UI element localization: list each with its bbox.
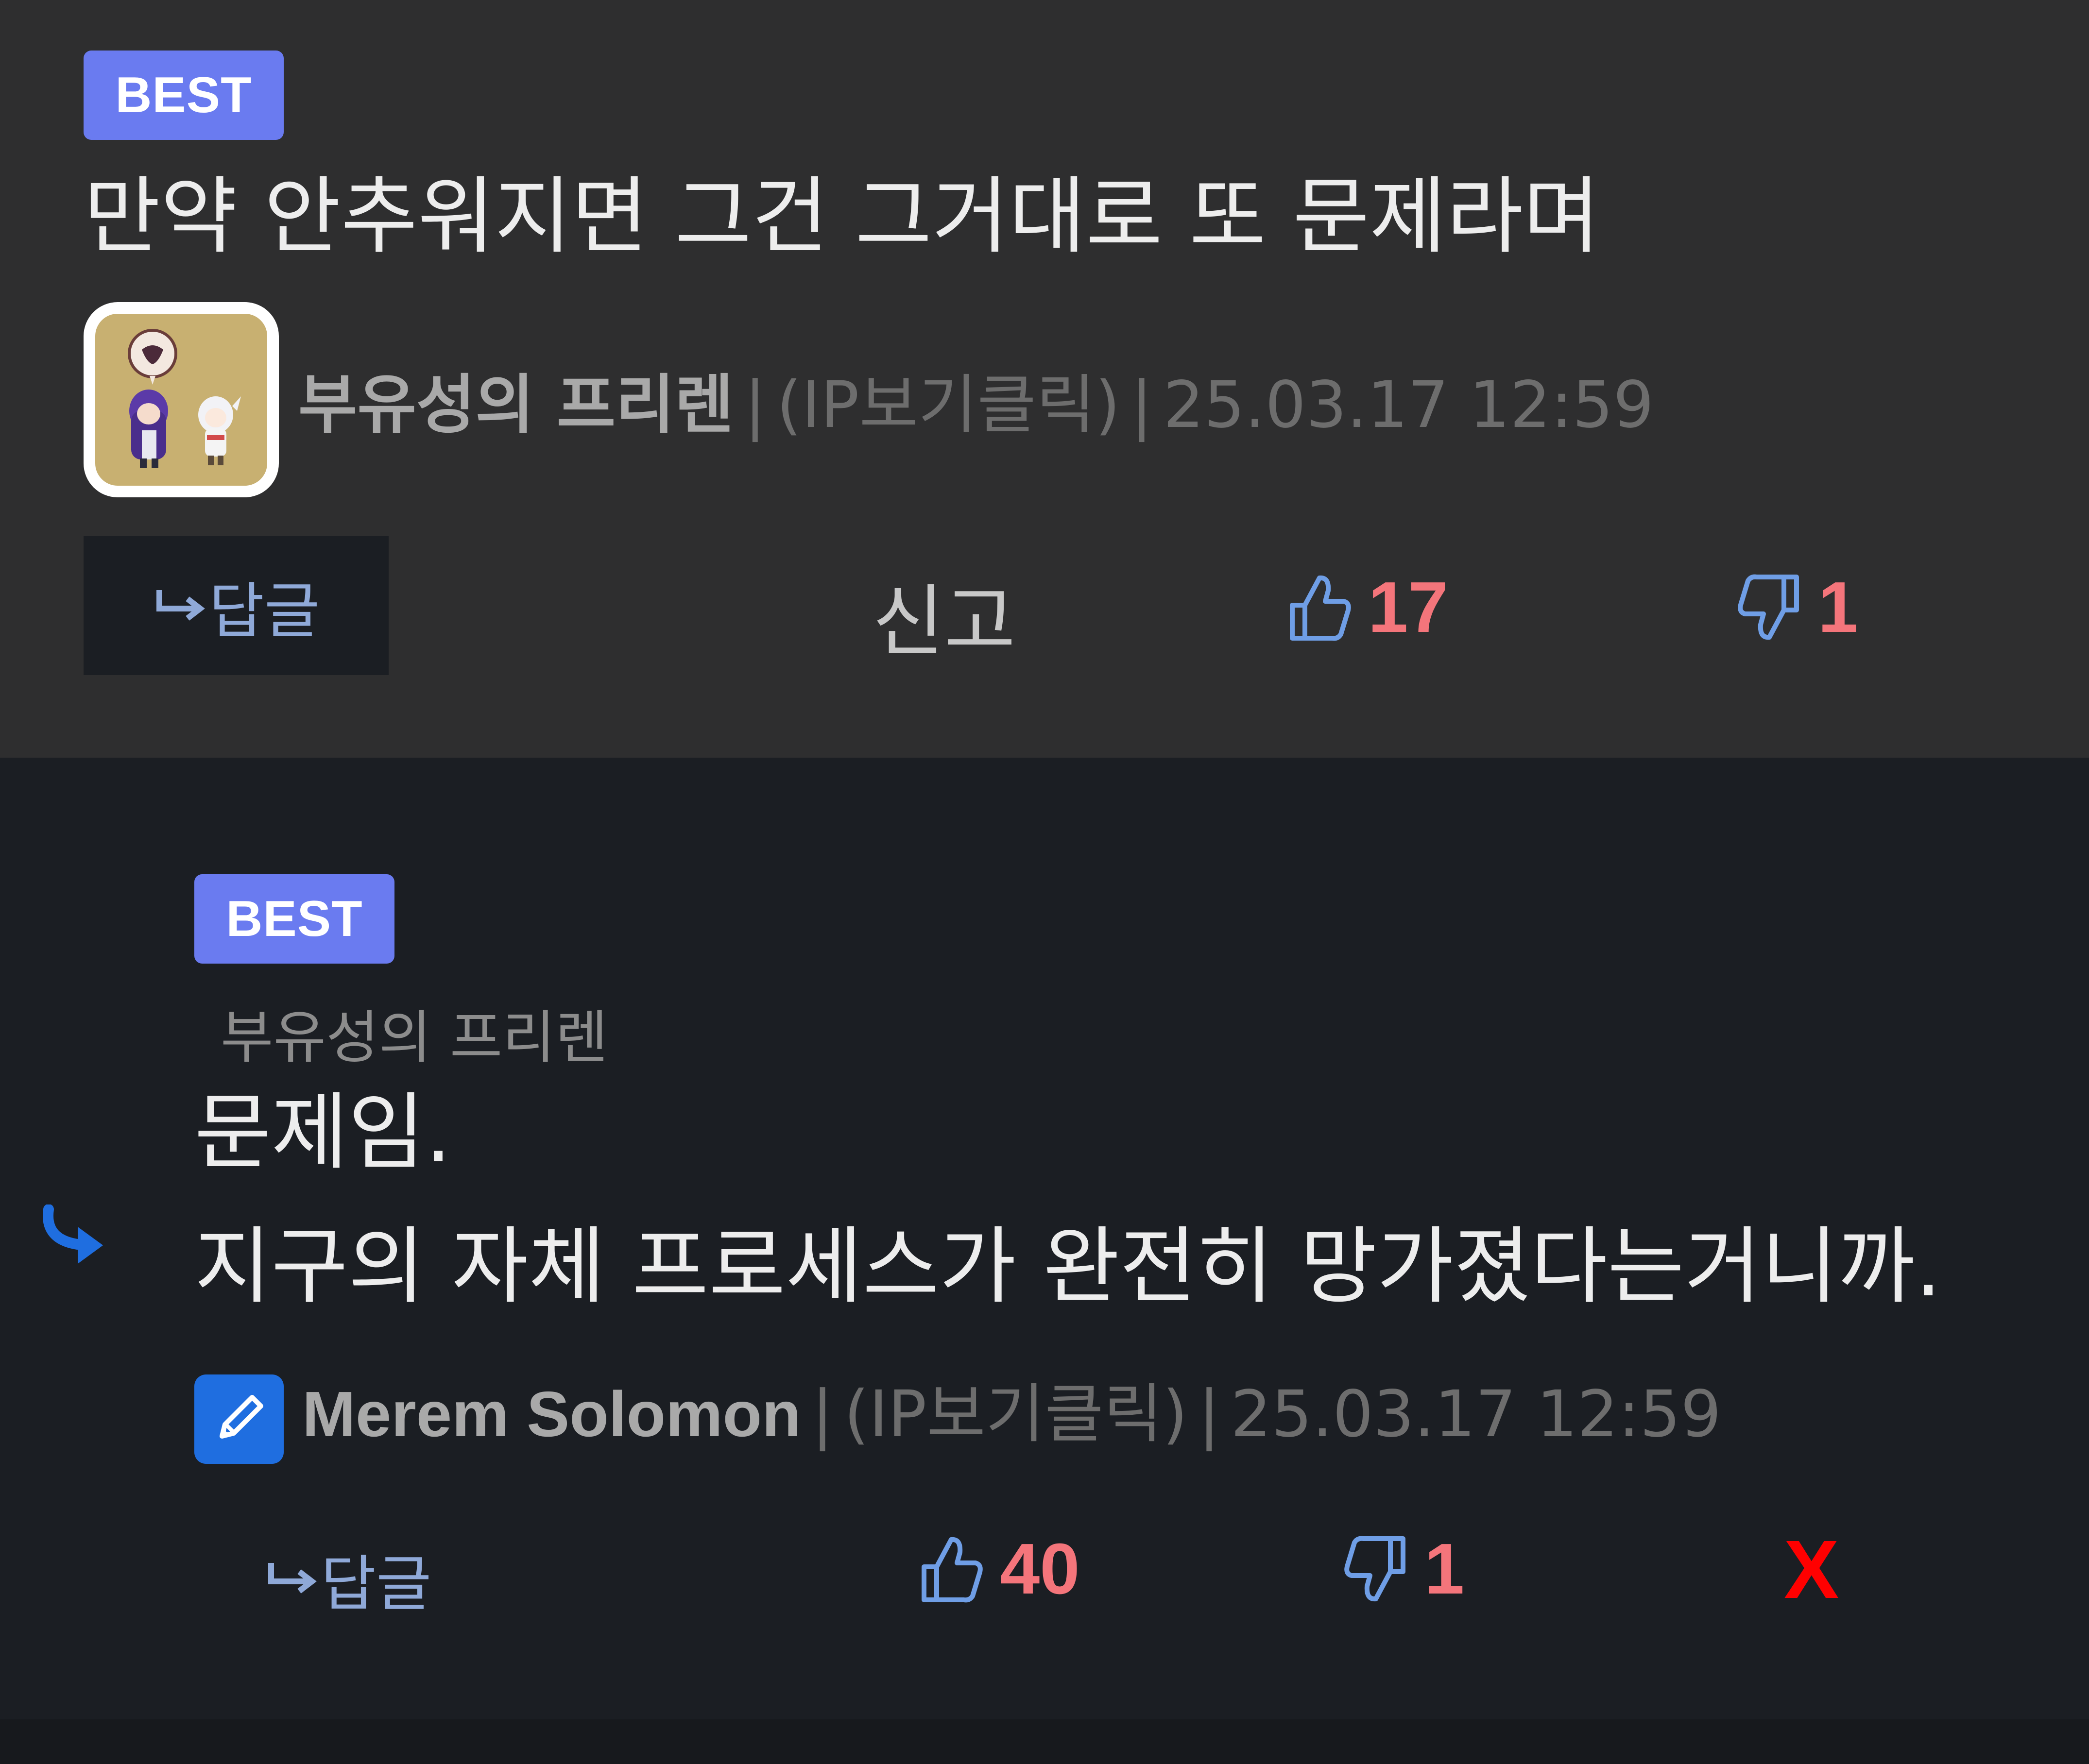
avatar[interactable] [84, 302, 279, 497]
like-count: 40 [1000, 1529, 1080, 1609]
reply-label: 답글 [208, 577, 320, 646]
meta-separator: | [1130, 368, 1153, 442]
thumbs-up-icon [922, 1537, 983, 1603]
like-button[interactable]: 40 [917, 1528, 1080, 1611]
comment-meta: Merem Solomon | (IP보기클릭) | 25.03.17 12:5… [302, 1377, 1722, 1452]
dislike-count: 1 [1424, 1529, 1465, 1609]
reply-arrow-icon [156, 590, 205, 621]
pencil-avatar[interactable] [194, 1374, 284, 1464]
ip-view-link[interactable]: (IP보기클릭) [844, 1382, 1187, 1446]
comment-text: 만약 안추워지면 그건 그거대로 또 문제라며 [84, 168, 1600, 265]
divider-bar [0, 1719, 2089, 1764]
comment-meta: 부유성의 프리렌 | (IP보기클릭) | 25.03.17 12:59 [298, 373, 1654, 437]
nickname[interactable]: 부유성의 프리렌 [298, 373, 734, 437]
thumbs-up-icon [1290, 575, 1351, 641]
like-button[interactable]: 17 [1285, 566, 1448, 649]
parent-nickname: 부유성의 프리렌 [221, 1004, 608, 1071]
nickname[interactable]: Merem Solomon [302, 1382, 801, 1446]
nested-reply-arrow-icon [43, 1204, 103, 1264]
meta-separator: | [1198, 1377, 1220, 1452]
comment-datetime: 25.03.17 12:59 [1163, 368, 1654, 442]
ip-view-link[interactable]: (IP보기클릭) [777, 373, 1120, 437]
reply-button[interactable]: 답글 [264, 1535, 431, 1622]
character-pair-avatar-icon [95, 314, 267, 486]
meta-separator: | [744, 368, 766, 442]
comment-text-line-2: 지구의 자체 프로세스가 완전히 망가졌다는거니까. [194, 1218, 1942, 1315]
like-count: 17 [1368, 567, 1448, 647]
reply-button[interactable]: 답글 [84, 536, 389, 675]
dislike-button[interactable]: 1 [1735, 566, 1858, 649]
comment-datetime: 25.03.17 12:59 [1231, 1377, 1722, 1452]
comment-text-line-1: 문제임. [194, 1084, 452, 1181]
meta-separator: | [811, 1377, 834, 1452]
pencil-icon [220, 1395, 263, 1439]
reply-arrow-icon [268, 1563, 317, 1594]
report-button[interactable]: 신고 [873, 559, 1015, 671]
thumbs-down-icon [1738, 574, 1799, 640]
thumbs-down-icon [1344, 1536, 1405, 1602]
dislike-button[interactable]: 1 [1342, 1528, 1464, 1611]
best-badge: BEST [84, 51, 284, 140]
best-badge: BEST [194, 874, 394, 964]
dislike-count: 1 [1818, 567, 1858, 647]
delete-button[interactable]: X [1784, 1522, 1839, 1617]
reply-label: 답글 [321, 1549, 432, 1619]
